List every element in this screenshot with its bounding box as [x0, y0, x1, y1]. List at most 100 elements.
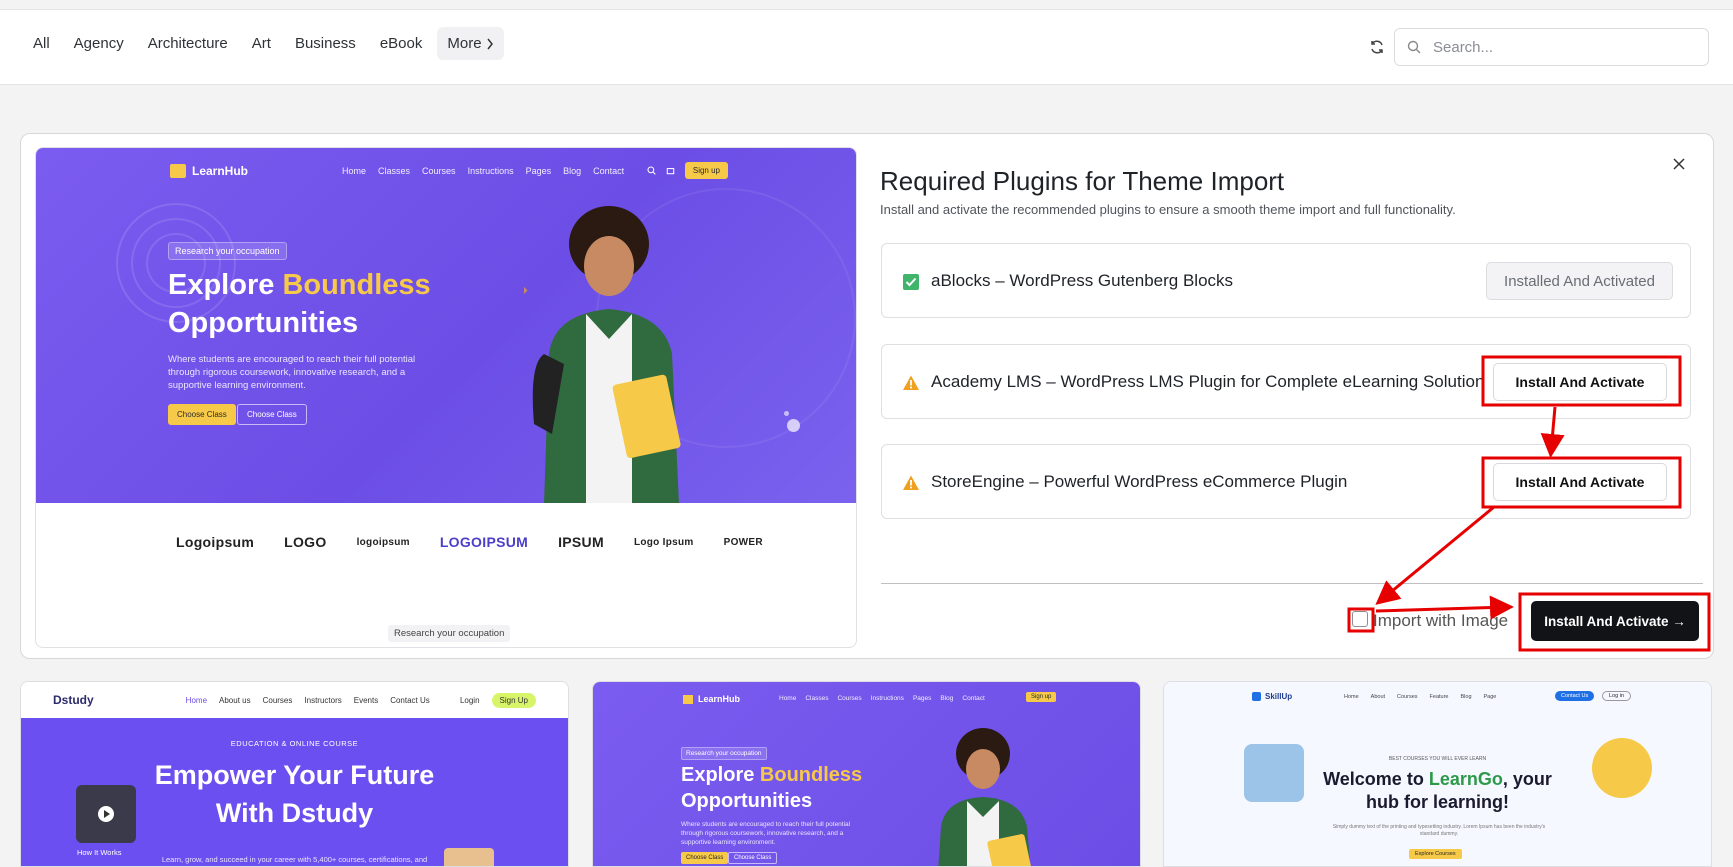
partner-logo: POWER — [723, 536, 763, 548]
category-art[interactable]: Art — [243, 27, 280, 60]
preview-nav-right: Sign up — [647, 162, 728, 179]
card-nav-item: Home — [1344, 694, 1359, 700]
card-nav-item: Classes — [805, 695, 829, 702]
chevron-right-icon — [486, 38, 493, 49]
decor-dot — [784, 411, 789, 416]
category-business[interactable]: Business — [286, 27, 365, 60]
card-logo: LearnHub — [683, 694, 740, 704]
card-nav-item: Instructions — [870, 695, 904, 702]
card-nav-item: Courses — [1397, 694, 1418, 700]
card-badge: Research your occupation — [681, 747, 767, 760]
card-cta: Sign up — [1026, 692, 1057, 702]
card-nav-item: Contact — [962, 695, 985, 702]
preview-primary-button: Choose Class — [168, 404, 236, 425]
category-all[interactable]: All — [24, 27, 59, 60]
theme-card-skillup[interactable]: SkillUp Home About Courses Feature Blog … — [1163, 681, 1712, 867]
preview-title: Explore Boundless Opportunities — [168, 266, 488, 342]
plugin-name: StoreEngine – Powerful WordPress eCommer… — [931, 472, 1348, 491]
more-label: More — [447, 35, 482, 52]
card-title-b: , your — [1502, 769, 1552, 789]
install-activate-storeengine-button[interactable]: Install And Activate — [1493, 463, 1667, 501]
plugin-row-academy-lms: Academy LMS – WordPress LMS Plugin for C… — [881, 344, 1691, 419]
top-strip — [0, 0, 1733, 10]
preview-title-highlight: Boundless — [282, 269, 431, 301]
card-title-highlight: Boundless — [759, 764, 863, 786]
modal-divider — [881, 583, 1703, 584]
card-nav: Home About Courses Feature Blog Page — [1344, 694, 1496, 700]
modal-subtitle: Install and activate the recommended plu… — [880, 202, 1456, 217]
card-photo — [1592, 738, 1652, 798]
card-cta: Sign Up — [491, 692, 536, 708]
partner-logo: logoipsum — [356, 536, 410, 548]
card-nav-item: About us — [219, 695, 251, 705]
preview-secondary-button: Choose Class — [237, 404, 307, 425]
plugin-row-ablocks: aBlocks – WordPress Gutenberg Blocks Ins… — [881, 243, 1691, 318]
card-contact: Contact Us — [1555, 691, 1595, 701]
card-title-a: Explore — [681, 764, 760, 786]
plugin-name: aBlocks – WordPress Gutenberg Blocks — [931, 271, 1234, 290]
card-title-a: Empower Your Future — [154, 760, 435, 790]
installed-activated-button: Installed And Activated — [1486, 262, 1673, 300]
card-nav-item: Events — [353, 695, 379, 705]
refresh-icon[interactable] — [1366, 36, 1388, 58]
import-with-image-checkbox[interactable] — [1352, 611, 1368, 627]
logo-mark-icon — [1252, 692, 1261, 701]
search-box[interactable] — [1394, 28, 1709, 66]
preview-nav-item: Home — [342, 165, 367, 176]
play-icon — [98, 806, 114, 822]
card-nav-item: Home — [185, 695, 208, 705]
card-eyebrow: EDUCATION & ONLINE COURSE — [230, 739, 359, 748]
card-login: Login — [459, 695, 480, 705]
close-icon[interactable] — [1669, 154, 1689, 174]
card-title-b: Opportunities — [681, 790, 813, 812]
preview-badge: Research your occupation — [168, 242, 287, 260]
theme-card-dstudy[interactable]: Dstudy Home About us Courses Instructors… — [20, 681, 569, 867]
decor-dot — [787, 419, 800, 432]
category-architecture[interactable]: Architecture — [139, 27, 237, 60]
card-title: Explore Boundless Opportunities — [681, 762, 862, 814]
install-activate-all-button[interactable]: Install And Activate → — [1531, 601, 1699, 641]
category-agency[interactable]: Agency — [65, 27, 133, 60]
card-photo — [1244, 744, 1304, 802]
category-tabs: All Agency Architecture Art Business eBo… — [24, 27, 504, 60]
card-desc: Where students are encouraged to reach t… — [681, 821, 851, 846]
preview-title-b: Opportunities — [168, 307, 359, 339]
cart-icon — [666, 168, 675, 175]
card-title-b: With Dstudy — [215, 798, 374, 828]
card-hero: LearnHub Home Classes Courses Instructio… — [593, 682, 1140, 866]
card-video-thumb — [76, 785, 136, 843]
card-nav-item: Blog — [940, 695, 954, 702]
card-nav-item: Home — [779, 695, 797, 702]
plugin-row-storeengine: StoreEngine – Powerful WordPress eCommer… — [881, 444, 1691, 519]
install-activate-academy-button[interactable]: Install And Activate — [1493, 363, 1667, 401]
card-nav-item: Pages — [912, 695, 932, 702]
card-secondary-button: Choose Class — [728, 852, 778, 864]
search-icon — [647, 166, 656, 175]
modal-title: Required Plugins for Theme Import — [880, 166, 1285, 196]
search-input[interactable] — [1433, 38, 1683, 56]
card-logo: Dstudy — [53, 693, 94, 707]
card-nav-item: Instructors — [304, 695, 342, 705]
category-ebook[interactable]: eBook — [371, 27, 432, 60]
preview-title-a: Explore — [168, 269, 283, 301]
search-icon — [1407, 40, 1421, 54]
preview-nav-item: Contact — [593, 165, 625, 176]
preview-hero: LearnHub Home Classes Courses Instructio… — [36, 148, 856, 503]
card-hero: SkillUp Home About Courses Feature Blog … — [1164, 682, 1711, 866]
preview-nav-item: Classes — [378, 165, 411, 176]
preview-nav-item: Blog — [563, 165, 582, 176]
preview-description: Where students are encouraged to reach t… — [168, 354, 416, 391]
preview-nav-links: Home Classes Courses Instructions Pages … — [342, 166, 624, 176]
partner-logo: LOGO — [284, 534, 327, 550]
import-with-image-label: Import with Image — [1373, 611, 1509, 630]
partner-logos: Logoipsum LOGO logoipsum LOGOIPSUM IPSUM… — [176, 534, 763, 550]
theme-card-learnhub[interactable]: LearnHub Home Classes Courses Instructio… — [592, 681, 1141, 867]
card-logo: SkillUp — [1252, 692, 1292, 701]
card-hero: EDUCATION & ONLINE COURSE Empower Your F… — [21, 718, 568, 866]
card-nav-item: Blog — [1460, 694, 1472, 700]
card-desc: Simply dummy text of the printing and ty… — [1332, 824, 1546, 837]
preview-signup: Sign up — [684, 162, 728, 179]
more-categories-button[interactable]: More — [437, 27, 504, 60]
card-login: Log in — [1602, 691, 1631, 701]
preview-nav-item: Courses — [422, 165, 456, 176]
